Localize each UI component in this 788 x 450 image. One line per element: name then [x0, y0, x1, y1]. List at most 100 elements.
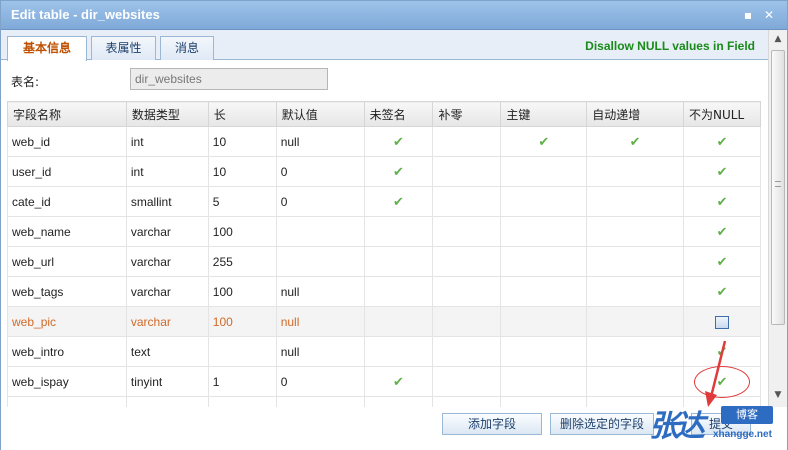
tab-messages[interactable]: 消息 — [160, 36, 214, 60]
cell-default[interactable] — [275, 216, 365, 247]
cell-unsigned[interactable]: ✔ — [363, 126, 434, 157]
col-header-unsigned[interactable]: 未签名 — [363, 101, 434, 127]
cell-zerofill[interactable] — [432, 216, 502, 247]
table-row[interactable]: web_ispay tinyint 1 0 ✔ ✔ — [7, 366, 761, 397]
col-header-primary-key[interactable]: 主键 — [500, 101, 588, 127]
cell-unsigned[interactable]: ✔ — [363, 186, 434, 217]
cell-zerofill[interactable] — [432, 336, 502, 367]
cell-type[interactable]: int — [125, 126, 209, 157]
cell-name[interactable]: cate_id — [7, 186, 127, 217]
cell-default[interactable]: 0 — [275, 366, 365, 397]
cell-auto-increment[interactable] — [586, 156, 685, 187]
cell-default[interactable] — [275, 246, 365, 277]
cell-zerofill[interactable] — [432, 396, 502, 407]
cell-default[interactable]: 0 — [275, 156, 365, 187]
col-header-length[interactable]: 长 — [207, 101, 277, 127]
col-header-auto-increment[interactable]: 自动递增 — [586, 101, 685, 127]
cell-unsigned[interactable] — [363, 276, 434, 307]
col-header-not-null[interactable]: 不为NULL — [683, 101, 761, 127]
cell-length[interactable] — [207, 396, 277, 407]
cell-not-null[interactable] — [683, 306, 761, 337]
cell-not-null[interactable]: ✔ — [683, 216, 761, 247]
minimize-icon[interactable]: ▪ — [741, 8, 755, 22]
col-header-type[interactable]: 数据类型 — [125, 101, 209, 127]
table-row[interactable]: web_introtextnull✔ — [7, 336, 761, 367]
cell-unsigned[interactable] — [363, 246, 434, 277]
vertical-scrollbar[interactable]: ▲ ▼ — [768, 30, 787, 407]
tab-table-properties[interactable]: 表属性 — [91, 36, 156, 60]
cell-type[interactable] — [125, 396, 209, 407]
cell-unsigned[interactable]: ✔ — [363, 156, 434, 187]
cell-default[interactable]: null — [275, 126, 365, 157]
cell-zerofill[interactable] — [432, 156, 502, 187]
cell-length[interactable] — [207, 336, 277, 367]
cell-name[interactable] — [7, 396, 127, 407]
cell-auto-increment[interactable] — [586, 366, 685, 397]
table-row[interactable]: web_name varchar 100 ✔ — [7, 216, 761, 247]
cell-length[interactable]: 100 — [207, 276, 277, 307]
cell-primary-key[interactable] — [500, 186, 588, 217]
cell-default[interactable] — [275, 396, 365, 407]
cell-auto-increment[interactable] — [586, 276, 685, 307]
cell-type[interactable]: varchar — [125, 306, 209, 337]
cell-zerofill[interactable] — [432, 276, 502, 307]
cell-primary-key[interactable] — [500, 276, 588, 307]
cell-default[interactable]: null — [275, 336, 365, 367]
cell-zerofill[interactable] — [432, 186, 502, 217]
cell-primary-key[interactable] — [500, 306, 588, 337]
cell-auto-increment[interactable] — [586, 336, 685, 367]
cell-unsigned[interactable] — [363, 336, 434, 367]
cell-name[interactable]: web_ispay — [7, 366, 127, 397]
cell-default[interactable]: 0 — [275, 186, 365, 217]
cell-name[interactable]: web_pic — [7, 306, 127, 337]
cell-type[interactable]: varchar — [125, 216, 209, 247]
cell-zerofill[interactable] — [432, 246, 502, 277]
cell-name[interactable]: user_id — [7, 156, 127, 187]
cell-type[interactable]: smallint — [125, 186, 209, 217]
col-header-default[interactable]: 默认值 — [275, 101, 365, 127]
cell-auto-increment[interactable] — [586, 246, 685, 277]
table-row[interactable]: web_tags varchar 100 null ✔ — [7, 276, 761, 307]
cell-unsigned[interactable]: ✔ — [363, 366, 434, 397]
cell-type[interactable]: varchar — [125, 276, 209, 307]
scroll-thumb[interactable] — [771, 50, 785, 325]
cell-primary-key[interactable] — [500, 336, 588, 367]
cell-auto-increment[interactable] — [586, 186, 685, 217]
cell-not-null[interactable]: ✔ — [683, 246, 761, 277]
cell-length[interactable]: 100 — [207, 216, 277, 247]
cell-primary-key[interactable] — [500, 156, 588, 187]
not-null-checkbox[interactable] — [715, 316, 730, 330]
close-icon[interactable]: ✕ — [762, 8, 776, 22]
cell-name[interactable]: web_intro — [7, 336, 127, 367]
cell-primary-key[interactable] — [500, 246, 588, 277]
cell-default[interactable]: null — [275, 306, 365, 337]
cell-type[interactable]: int — [125, 156, 209, 187]
scroll-up-icon[interactable]: ▲ — [771, 32, 785, 46]
cell-name[interactable]: web_name — [7, 216, 127, 247]
cell-not-null[interactable]: ✔ — [683, 276, 761, 307]
cell-length[interactable]: 10 — [207, 126, 277, 157]
cell-length[interactable]: 100 — [207, 306, 277, 337]
cell-auto-increment[interactable]: ✔ — [586, 126, 685, 157]
cell-zerofill[interactable] — [432, 366, 502, 397]
cell-unsigned[interactable] — [363, 306, 434, 337]
title-bar[interactable]: Edit table - dir_websites ▪ ✕ — [1, 1, 787, 30]
cell-zerofill[interactable] — [432, 306, 502, 337]
table-row[interactable]: web_id int 10 null ✔ ✔ ✔ ✔ — [7, 126, 761, 157]
cell-not-null[interactable]: ✔ — [683, 126, 761, 157]
cell-type[interactable]: tinyint — [125, 366, 209, 397]
cell-length[interactable]: 1 — [207, 366, 277, 397]
cell-primary-key[interactable]: ✔ — [500, 126, 588, 157]
cell-primary-key[interactable] — [500, 216, 588, 247]
table-name-input[interactable]: dir_websites — [130, 68, 328, 90]
cell-type[interactable]: varchar — [125, 246, 209, 277]
delete-selected-fields-button[interactable]: 删除选定的字段 — [550, 413, 654, 435]
cell-primary-key[interactable] — [500, 366, 588, 397]
cell-primary-key[interactable] — [500, 396, 588, 407]
cell-auto-increment[interactable] — [586, 216, 685, 247]
cell-name[interactable]: web_tags — [7, 276, 127, 307]
cell-zerofill[interactable] — [432, 126, 502, 157]
cell-not-null[interactable]: ✔ — [683, 186, 761, 217]
cell-name[interactable]: web_url — [7, 246, 127, 277]
cell-unsigned[interactable] — [363, 216, 434, 247]
